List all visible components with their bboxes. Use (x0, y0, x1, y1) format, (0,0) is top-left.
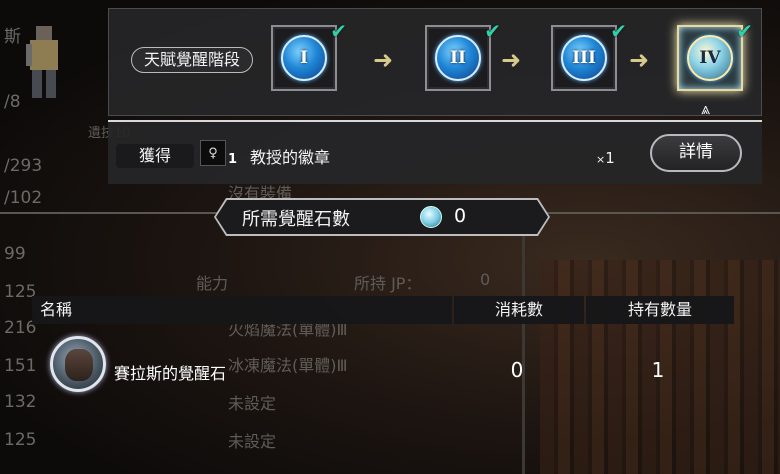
table-row[interactable]: 賽拉斯的覺醒石 0 1 (32, 330, 734, 404)
stat-text: 125 (4, 430, 37, 450)
bg-jp-value: 0 (480, 270, 491, 289)
reward-bar: 獲得 ♀ 1 教授的徽章 ×1 詳情 (108, 120, 762, 184)
detail-button[interactable]: 詳情 (650, 134, 742, 172)
stat-text: 99 (4, 244, 26, 264)
check-icon: ✔ (330, 19, 347, 43)
reward-quantity: ×1 (596, 149, 615, 167)
required-stones-header: 所需覺醒石數 0 (214, 198, 550, 236)
arrow-right-icon: ➜ (501, 46, 522, 74)
stat-text: 斯 (4, 27, 21, 47)
column-header-owned: 持有數量 (586, 296, 734, 324)
stage-1[interactable]: I ✔ (271, 19, 347, 91)
bg-ability-label: 能力 (196, 274, 229, 293)
column-header-name: 名稱 (32, 296, 452, 324)
stage-orb: IV (687, 35, 733, 81)
arrow-right-icon: ➜ (629, 46, 650, 74)
quantity-value: 1 (605, 149, 615, 167)
portrait (65, 349, 93, 381)
stone-owned: 1 (651, 358, 665, 382)
character-awakening-stone-icon (50, 336, 106, 392)
stage-4[interactable]: IV ✔ (677, 19, 753, 91)
column-header-cost: 消耗數 (454, 296, 584, 324)
bg-skill: 未設定 (228, 432, 277, 451)
awakening-stage-panel: 天賦覺醒階段 I ✔ ➜ II ✔ ➜ III ✔ ➜ IV ✔ ⩓ (108, 8, 762, 118)
stage-3[interactable]: III ✔ (551, 19, 627, 91)
awakening-stone-icon (420, 206, 442, 228)
table-header: 名稱 消耗數 持有數量 (32, 296, 734, 324)
check-icon: ✔ (484, 19, 501, 43)
badge-icon: ♀ (200, 140, 226, 166)
stat-text: /293 (4, 156, 43, 176)
stone-cost: 0 (510, 358, 524, 382)
quantity-prefix: × (596, 153, 606, 166)
check-icon: ✔ (610, 19, 627, 43)
stone-name: 賽拉斯的覺醒石 (114, 364, 227, 383)
stage-orb: III (561, 35, 607, 81)
reward-item-name: 教授的徽章 (250, 148, 331, 167)
check-icon: ✔ (736, 19, 753, 43)
stage-orb: II (435, 35, 481, 81)
arrow-right-icon: ➜ (373, 46, 394, 74)
stage-2[interactable]: II ✔ (425, 19, 501, 91)
stat-text: /8 (4, 92, 21, 112)
required-stones-value: 0 (454, 205, 467, 227)
stage-orb: I (281, 35, 327, 81)
awakening-stage-label: 天賦覺醒階段 (131, 47, 254, 73)
selection-pointer-icon: ⩓ (701, 99, 711, 118)
bg-jp-label: 所持 JP： (354, 274, 422, 293)
stat-text: /102 (4, 188, 43, 208)
obtain-label: 獲得 (116, 144, 194, 168)
badge-count: 1 (228, 152, 238, 167)
required-stones-title: 所需覺醒石數 (242, 209, 350, 230)
